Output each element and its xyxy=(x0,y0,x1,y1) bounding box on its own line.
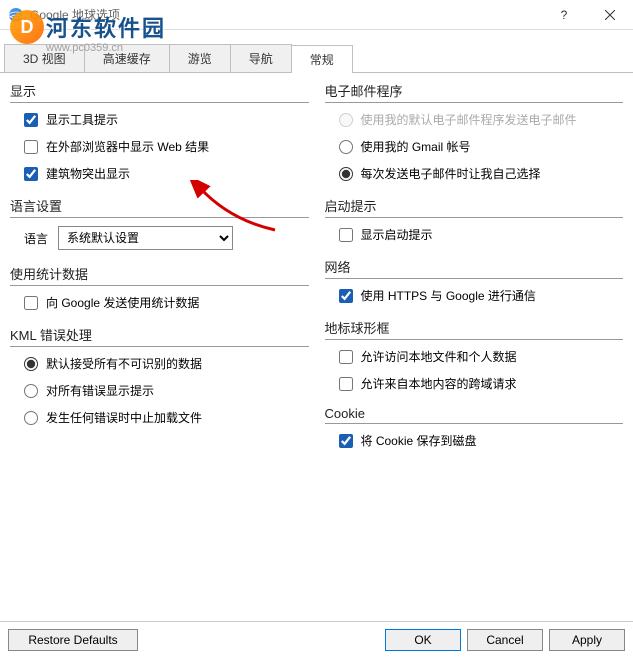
cookie-title: Cookie xyxy=(325,406,624,421)
kml-abort-row[interactable]: 发生任何错误时中止加载文件 xyxy=(24,409,309,426)
cross-domain-checkbox[interactable] xyxy=(339,377,353,391)
local-files-checkbox[interactable] xyxy=(339,350,353,364)
cancel-button[interactable]: Cancel xyxy=(467,629,543,651)
startup-section: 启动提示 显示启动提示 xyxy=(325,196,624,243)
tab-cache[interactable]: 高速缓存 xyxy=(84,44,170,72)
close-button[interactable] xyxy=(587,0,633,30)
tab-tour[interactable]: 游览 xyxy=(169,44,231,72)
language-title: 语言设置 xyxy=(10,196,309,215)
cookie-disk-row[interactable]: 将 Cookie 保存到磁盘 xyxy=(339,432,624,449)
cross-domain-label: 允许来自本地内容的跨域请求 xyxy=(361,375,517,392)
stats-title: 使用统计数据 xyxy=(10,264,309,283)
display-title: 显示 xyxy=(10,81,309,100)
email-title: 电子邮件程序 xyxy=(325,81,624,100)
globe-section: 地标球形框 允许访问本地文件和个人数据 允许来自本地内容的跨域请求 xyxy=(325,318,624,392)
tabs: 3D 视图 高速缓存 游览 导航 常规 xyxy=(0,44,633,73)
cookie-disk-checkbox[interactable] xyxy=(339,434,353,448)
email-gmail-radio[interactable] xyxy=(339,140,353,154)
show-tooltips-checkbox[interactable] xyxy=(24,113,38,127)
https-row[interactable]: 使用 HTTPS 与 Google 进行通信 xyxy=(339,287,624,304)
email-default-label: 使用我的默认电子邮件程序发送电子邮件 xyxy=(361,111,577,128)
startup-tips-label: 显示启动提示 xyxy=(361,226,433,243)
email-choose-label: 每次发送电子邮件时让我自己选择 xyxy=(361,165,541,182)
titlebar: Google 地球选项 ? xyxy=(0,0,633,30)
apply-button[interactable]: Apply xyxy=(549,629,625,651)
external-browser-checkbox[interactable] xyxy=(24,140,38,154)
display-section: 显示 显示工具提示 在外部浏览器中显示 Web 结果 建筑物突出显示 xyxy=(10,81,309,182)
show-tooltips-row[interactable]: 显示工具提示 xyxy=(24,111,309,128)
network-section: 网络 使用 HTTPS 与 Google 进行通信 xyxy=(325,257,624,304)
https-checkbox[interactable] xyxy=(339,289,353,303)
email-choose-radio[interactable] xyxy=(339,167,353,181)
language-section: 语言设置 语言 系统默认设置 xyxy=(10,196,309,250)
building-highlight-checkbox[interactable] xyxy=(24,167,38,181)
local-files-label: 允许访问本地文件和个人数据 xyxy=(361,348,517,365)
kml-prompt-row[interactable]: 对所有错误显示提示 xyxy=(24,382,309,399)
kml-abort-radio[interactable] xyxy=(24,411,38,425)
startup-title: 启动提示 xyxy=(325,196,624,215)
building-highlight-label: 建筑物突出显示 xyxy=(46,165,130,182)
https-label: 使用 HTTPS 与 Google 进行通信 xyxy=(361,287,536,304)
cookie-section: Cookie 将 Cookie 保存到磁盘 xyxy=(325,406,624,449)
network-title: 网络 xyxy=(325,257,624,276)
show-tooltips-label: 显示工具提示 xyxy=(46,111,118,128)
cookie-disk-label: 将 Cookie 保存到磁盘 xyxy=(361,432,477,449)
language-select[interactable]: 系统默认设置 xyxy=(58,226,233,250)
kml-prompt-label: 对所有错误显示提示 xyxy=(46,382,154,399)
startup-tips-row[interactable]: 显示启动提示 xyxy=(339,226,624,243)
cross-domain-row[interactable]: 允许来自本地内容的跨域请求 xyxy=(339,375,624,392)
email-choose-row[interactable]: 每次发送电子邮件时让我自己选择 xyxy=(339,165,624,182)
email-gmail-label: 使用我的 Gmail 帐号 xyxy=(361,138,471,155)
footer: Restore Defaults OK Cancel Apply xyxy=(0,621,633,657)
external-browser-label: 在外部浏览器中显示 Web 结果 xyxy=(46,138,209,155)
external-browser-row[interactable]: 在外部浏览器中显示 Web 结果 xyxy=(24,138,309,155)
language-label: 语言 xyxy=(24,230,48,247)
kml-prompt-radio[interactable] xyxy=(24,384,38,398)
ok-button[interactable]: OK xyxy=(385,629,461,651)
kml-accept-radio[interactable] xyxy=(24,357,38,371)
startup-tips-checkbox[interactable] xyxy=(339,228,353,242)
email-gmail-row[interactable]: 使用我的 Gmail 帐号 xyxy=(339,138,624,155)
stats-section: 使用统计数据 向 Google 发送使用统计数据 xyxy=(10,264,309,311)
building-highlight-row[interactable]: 建筑物突出显示 xyxy=(24,165,309,182)
kml-accept-row[interactable]: 默认接受所有不可识别的数据 xyxy=(24,355,309,372)
local-files-row[interactable]: 允许访问本地文件和个人数据 xyxy=(339,348,624,365)
send-stats-checkbox[interactable] xyxy=(24,296,38,310)
kml-section: KML 错误处理 默认接受所有不可识别的数据 对所有错误显示提示 发生任何错误时… xyxy=(10,325,309,426)
send-stats-label: 向 Google 发送使用统计数据 xyxy=(46,294,199,311)
globe-title: 地标球形框 xyxy=(325,318,624,337)
restore-defaults-button[interactable]: Restore Defaults xyxy=(8,629,138,651)
kml-accept-label: 默认接受所有不可识别的数据 xyxy=(46,355,202,372)
help-button[interactable]: ? xyxy=(541,0,587,30)
email-default-row: 使用我的默认电子邮件程序发送电子邮件 xyxy=(339,111,624,128)
tab-general[interactable]: 常规 xyxy=(291,45,353,73)
window-title: Google 地球选项 xyxy=(30,6,541,23)
email-default-radio xyxy=(339,113,353,127)
kml-abort-label: 发生任何错误时中止加载文件 xyxy=(46,409,202,426)
send-stats-row[interactable]: 向 Google 发送使用统计数据 xyxy=(24,294,309,311)
app-icon xyxy=(8,7,24,23)
tab-3dview[interactable]: 3D 视图 xyxy=(4,44,85,72)
tab-navigation[interactable]: 导航 xyxy=(230,44,292,72)
email-section: 电子邮件程序 使用我的默认电子邮件程序发送电子邮件 使用我的 Gmail 帐号 … xyxy=(325,81,624,182)
kml-title: KML 错误处理 xyxy=(10,325,309,344)
